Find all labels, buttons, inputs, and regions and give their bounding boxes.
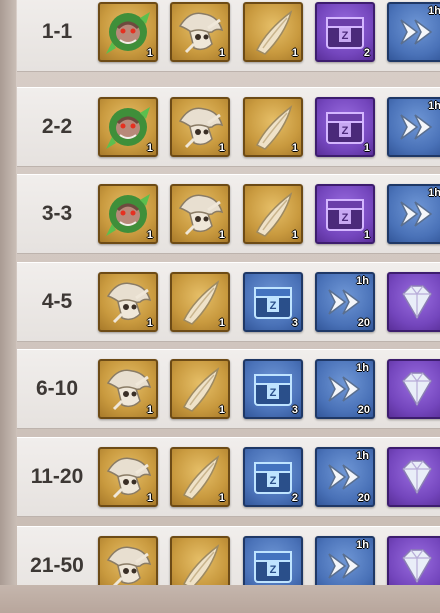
item-quantity: 1	[218, 317, 225, 329]
reward-item-triceratops-skull[interactable]: 1	[170, 2, 230, 62]
reward-item-horn-tusk[interactable]: 1	[243, 97, 303, 157]
reward-item-speedup[interactable]: 1h 20	[315, 447, 375, 507]
duration-tag: 1h	[356, 539, 369, 551]
svg-text:Z: Z	[342, 125, 349, 137]
reward-item-triceratops-skull[interactable]: 1	[98, 272, 158, 332]
reward-item-horn-tusk[interactable]: 1	[170, 447, 230, 507]
item-quantity: 1	[146, 492, 153, 504]
reward-item-diamond[interactable]	[387, 272, 440, 332]
item-quantity: 1	[291, 229, 298, 241]
rank-label: 4-5	[41, 290, 73, 313]
reward-item-raptor-head[interactable]: 1	[98, 2, 158, 62]
reward-item-horn-tusk[interactable]: 1	[243, 2, 303, 62]
item-quantity: 1	[291, 47, 298, 59]
reward-item-speedup[interactable]: 1h	[315, 536, 375, 585]
item-quantity: 1	[363, 229, 370, 241]
reward-item-blue-chest[interactable]: Z	[243, 536, 303, 585]
reward-item-purple-chest[interactable]: Z1	[315, 97, 375, 157]
diamond-icon	[402, 285, 432, 320]
duration-tag: 1h	[428, 100, 440, 112]
blue-chest-icon: Z	[254, 551, 292, 583]
reward-item-speedup[interactable]: 1h 20	[315, 272, 375, 332]
reward-item-triceratops-skull[interactable]: 1	[170, 97, 230, 157]
reward-item-raptor-head[interactable]: 1	[98, 97, 158, 157]
item-quantity: 1	[146, 404, 153, 416]
rank-label: 11-20	[30, 465, 84, 488]
item-quantity: 1	[146, 142, 153, 154]
reward-item-horn-tusk[interactable]: 1	[170, 359, 230, 419]
reward-item-speedup[interactable]: 1h 20	[315, 359, 375, 419]
reward-row: 21-50 Z 1h	[17, 526, 440, 585]
rank-label: 1-1	[41, 20, 73, 43]
svg-text:Z: Z	[342, 30, 349, 42]
reward-item-blue-chest[interactable]: Z2	[243, 447, 303, 507]
diamond-icon	[402, 372, 432, 407]
item-quantity: 1	[218, 142, 225, 154]
triceratops-skull-icon	[106, 546, 152, 585]
rank-label: 6-10	[35, 377, 79, 400]
reward-item-diamond[interactable]	[387, 536, 440, 585]
item-quantity: 2	[291, 492, 298, 504]
diamond-icon	[402, 549, 432, 584]
duration-tag: 1h	[428, 187, 440, 199]
reward-item-diamond[interactable]	[387, 447, 440, 507]
reward-row: 4-5 1 1 Z 3 1h 20	[17, 262, 440, 342]
reward-item-speedup[interactable]: 1h	[387, 2, 440, 62]
svg-text:Z: Z	[342, 212, 349, 224]
bottom-border	[0, 585, 440, 613]
rewards-list[interactable]: 1-1 1 1 1 Z 2 1h 2-2 1 1 1 Z 1 1h 3-3 1 1 1 Z 1 1h 4-5 1 1 Z 3 1h 2…	[17, 0, 440, 585]
reward-item-diamond[interactable]	[387, 359, 440, 419]
diamond-icon	[402, 460, 432, 495]
duration-tag: 1h	[356, 275, 369, 287]
item-quantity: 2	[363, 47, 370, 59]
reward-item-horn-tusk[interactable]	[170, 536, 230, 585]
svg-text:Z: Z	[270, 564, 277, 576]
reward-item-speedup[interactable]: 1h	[387, 184, 440, 244]
item-quantity: 1	[218, 492, 225, 504]
item-quantity: 1	[146, 317, 153, 329]
reward-item-blue-chest[interactable]: Z3	[243, 359, 303, 419]
item-quantity: 3	[291, 317, 298, 329]
duration-tag: 1h	[428, 5, 440, 17]
item-quantity: 1	[218, 229, 225, 241]
rank-label: 3-3	[41, 202, 73, 225]
reward-item-raptor-head[interactable]: 1	[98, 184, 158, 244]
reward-item-horn-tusk[interactable]: 1	[170, 272, 230, 332]
item-quantity: 1	[218, 404, 225, 416]
reward-row: 3-3 1 1 1 Z 1 1h	[17, 174, 440, 254]
left-border	[0, 0, 16, 613]
item-quantity: 3	[291, 404, 298, 416]
item-quantity: 20	[357, 404, 370, 416]
reward-item-purple-chest[interactable]: Z2	[315, 2, 375, 62]
reward-item-purple-chest[interactable]: Z1	[315, 184, 375, 244]
item-quantity: 20	[357, 492, 370, 504]
reward-row: 2-2 1 1 1 Z 1 1h	[17, 87, 440, 167]
rank-label: 2-2	[41, 115, 73, 138]
reward-item-triceratops-skull[interactable]: 1	[170, 184, 230, 244]
item-quantity: 1	[146, 47, 153, 59]
reward-row: 1-1 1 1 1 Z 2 1h	[17, 0, 440, 72]
item-quantity: 1	[218, 47, 225, 59]
svg-text:Z: Z	[270, 300, 277, 312]
reward-item-triceratops-skull[interactable]: 1	[98, 447, 158, 507]
horn-tusk-icon	[182, 544, 220, 585]
reward-item-triceratops-skull[interactable]: 1	[98, 359, 158, 419]
duration-tag: 1h	[356, 362, 369, 374]
item-quantity: 1	[363, 142, 370, 154]
reward-row: 6-10 1 1 Z 3 1h 20	[17, 349, 440, 429]
item-quantity: 1	[291, 142, 298, 154]
item-quantity: 20	[357, 317, 370, 329]
reward-item-blue-chest[interactable]: Z3	[243, 272, 303, 332]
reward-item-horn-tusk[interactable]: 1	[243, 184, 303, 244]
rank-label: 21-50	[30, 554, 84, 577]
reward-item-triceratops-skull[interactable]	[98, 536, 158, 585]
item-quantity: 1	[146, 229, 153, 241]
duration-tag: 1h	[356, 450, 369, 462]
svg-text:Z: Z	[270, 387, 277, 399]
svg-text:Z: Z	[270, 475, 277, 487]
reward-item-speedup[interactable]: 1h	[387, 97, 440, 157]
reward-row: 11-20 1 1 Z 2 1h 20	[17, 437, 440, 517]
